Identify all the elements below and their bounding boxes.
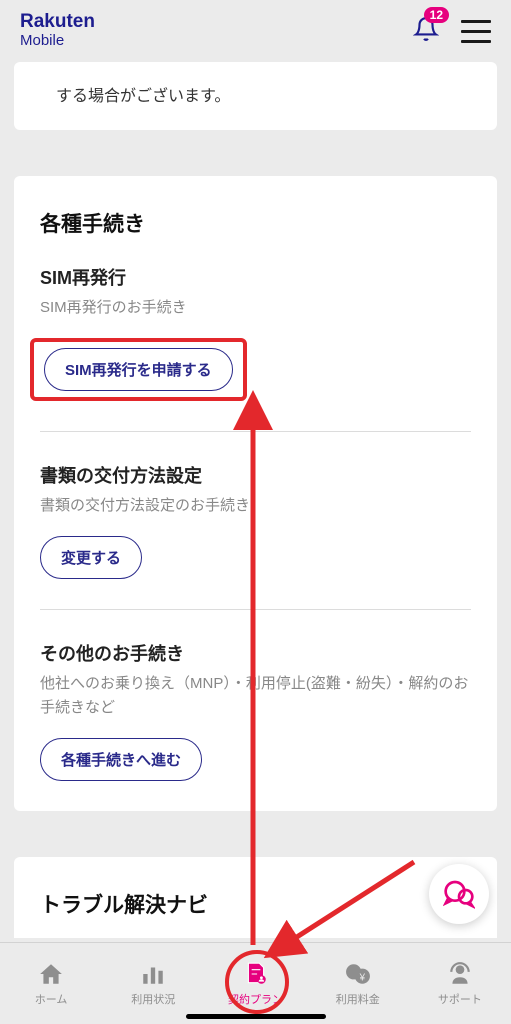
bottom-nav: ホーム 利用状況 契約プラン ¥ 利用料金 サポート <box>0 942 511 1024</box>
logo-subbrand: Mobile <box>20 33 95 50</box>
logo[interactable]: Rakuten Mobile <box>20 12 95 49</box>
trouble-nav-card: トラブル解決ナビ お困りごとを選んでいくことで、解決方法や各種手 <box>14 857 497 938</box>
procedures-title: 各種手続き <box>40 208 471 238</box>
document-person-icon <box>242 961 270 987</box>
nav-support[interactable]: サポート <box>409 943 511 1024</box>
nav-usage[interactable]: 利用状況 <box>102 943 204 1024</box>
trouble-title: トラブル解決ナビ <box>40 889 471 919</box>
docs-desc: 書類の交付方法設定のお手続き <box>40 494 471 518</box>
hamburger-icon <box>461 20 491 23</box>
divider <box>40 609 471 610</box>
docs-title: 書類の交付方法設定 <box>40 462 471 488</box>
other-title: その他のお手続き <box>40 640 471 666</box>
other-procedures-button[interactable]: 各種手続きへ進む <box>40 738 202 781</box>
info-card: する場合がございます。 <box>14 62 497 130</box>
nav-support-label: サポート <box>438 991 482 1007</box>
svg-text:¥: ¥ <box>358 972 365 983</box>
home-indicator <box>186 1014 326 1019</box>
support-icon <box>446 961 474 987</box>
sim-title: SIM再発行 <box>40 264 471 290</box>
chat-icon <box>443 878 475 910</box>
change-delivery-button[interactable]: 変更する <box>40 536 142 579</box>
sim-desc: SIM再発行のお手続き <box>40 296 471 320</box>
divider <box>40 431 471 432</box>
other-procedures-section: その他のお手続き 他社へのお乗り換え（MNP）・利用停止(盗難・紛失）・解約のお… <box>40 640 471 811</box>
notifications-button[interactable]: 12 <box>413 15 439 48</box>
main-content: する場合がございます。 各種手続き SIM再発行 SIM再発行のお手続き SIM… <box>0 62 511 938</box>
nav-home-label: ホーム <box>35 991 68 1007</box>
app-header: Rakuten Mobile 12 <box>0 0 511 62</box>
nav-fee[interactable]: ¥ 利用料金 <box>307 943 409 1024</box>
document-delivery-section: 書類の交付方法設定 書類の交付方法設定のお手続き 変更する <box>40 462 471 609</box>
procedures-card: 各種手続き SIM再発行 SIM再発行のお手続き SIM再発行を申請する 書類の… <box>14 176 497 811</box>
nav-fee-label: 利用料金 <box>336 991 380 1007</box>
chat-fab[interactable] <box>429 864 489 924</box>
logo-brand: Rakuten <box>20 12 95 33</box>
yen-icon: ¥ <box>344 961 372 987</box>
sim-reissue-section: SIM再発行 SIM再発行のお手続き SIM再発行を申請する <box>40 264 471 431</box>
sim-reissue-button[interactable]: SIM再発行を申請する <box>44 348 233 391</box>
home-icon <box>37 961 65 987</box>
nav-home[interactable]: ホーム <box>0 943 102 1024</box>
nav-plan[interactable]: 契約プラン <box>204 943 306 1024</box>
nav-usage-label: 利用状況 <box>131 991 175 1007</box>
menu-button[interactable] <box>461 20 491 43</box>
info-text: する場合がございます。 <box>56 88 230 105</box>
notification-badge: 12 <box>424 7 449 23</box>
tutorial-highlight: SIM再発行を申請する <box>30 338 247 401</box>
nav-plan-label: 契約プラン <box>228 991 283 1007</box>
bar-chart-icon <box>139 961 167 987</box>
other-desc: 他社へのお乗り換え（MNP）・利用停止(盗難・紛失）・解約のお手続きなど <box>40 672 471 720</box>
